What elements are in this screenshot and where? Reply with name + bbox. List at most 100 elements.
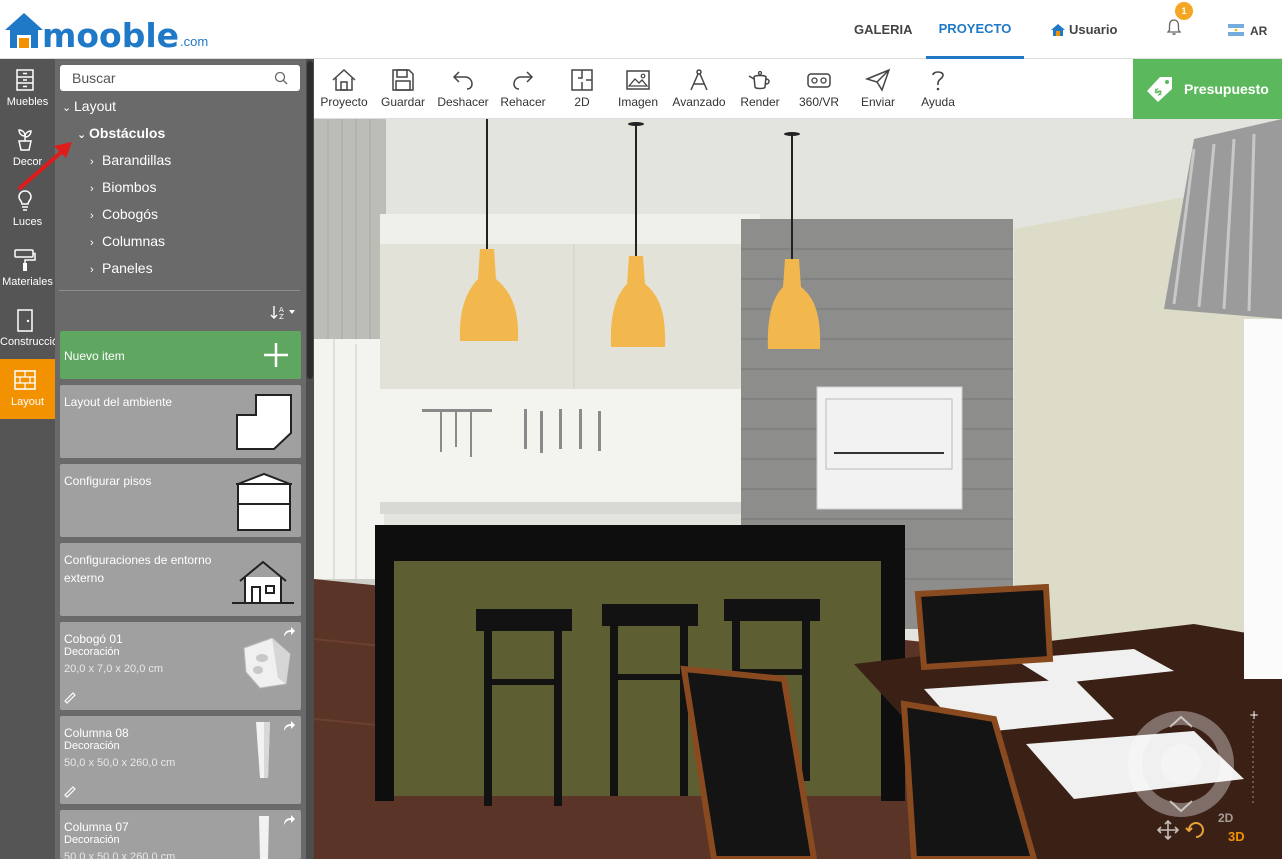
- new-item-card[interactable]: Nuevo item: [60, 331, 301, 379]
- search-icon[interactable]: [274, 71, 288, 85]
- rail-item-muebles[interactable]: Muebles: [0, 59, 55, 119]
- tool-label: Guardar: [380, 95, 426, 109]
- share-icon[interactable]: [282, 626, 296, 638]
- share-icon[interactable]: [282, 814, 296, 826]
- tree-item-biombos[interactable]: › Biombos: [90, 179, 156, 195]
- redo-icon: [513, 71, 534, 90]
- tool-2d[interactable]: 2D: [562, 59, 602, 119]
- chevron-right-icon: ›: [90, 237, 94, 249]
- card-title: Layout del ambiente: [64, 395, 173, 409]
- tool-rehacer[interactable]: Rehacer: [498, 59, 548, 119]
- configurar-pisos-card[interactable]: Configurar pisos: [60, 464, 301, 537]
- tree-item-cobogos[interactable]: › Cobogós: [90, 206, 158, 222]
- zoom-slider[interactable]: +: [1248, 709, 1258, 809]
- camera-orbit-control[interactable]: [1126, 709, 1236, 819]
- card-title: Nuevo item: [64, 349, 125, 363]
- card-title: Configurar pisos: [64, 474, 152, 488]
- language-label[interactable]: AR: [1250, 24, 1267, 38]
- zoom-slider-icon: +: [1249, 709, 1258, 804]
- nav-proyecto[interactable]: PROYECTO: [926, 0, 1024, 59]
- rotate-icon[interactable]: [1184, 819, 1208, 841]
- tree-item-obstaculos[interactable]: ⌄ Obstáculos: [77, 125, 165, 141]
- panel-divider: [59, 290, 300, 291]
- undo-icon: [452, 71, 473, 90]
- tool-label: Avanzado: [672, 95, 726, 109]
- bell-icon[interactable]: [1166, 18, 1182, 36]
- tool-imagen[interactable]: Imagen: [614, 59, 662, 119]
- argentina-flag-icon[interactable]: [1228, 24, 1244, 36]
- tree-label: Columnas: [102, 233, 166, 249]
- layout-ambiente-card[interactable]: Layout del ambiente: [60, 385, 301, 458]
- notification-badge: 1: [1175, 2, 1193, 20]
- mooble-logo[interactable]: mooble .com: [2, 6, 208, 52]
- plus-icon: [264, 343, 288, 367]
- tool-ayuda[interactable]: Ayuda: [916, 59, 960, 119]
- tree-label: Layout: [74, 98, 117, 114]
- product-category: Decoración: [64, 834, 120, 846]
- ruler-icon[interactable]: [64, 692, 76, 704]
- tree-item-layout[interactable]: ⌄ Layout: [62, 98, 116, 114]
- panel-scrollbar[interactable]: [306, 59, 314, 859]
- tool-label: 360/VR: [798, 95, 840, 109]
- chevron-right-icon: ›: [90, 183, 94, 195]
- cobogo-thumbnail-icon: [243, 637, 291, 689]
- ruler-icon[interactable]: [64, 786, 76, 798]
- share-icon[interactable]: [282, 720, 296, 732]
- product-dims: 50,0 x 50,0 x 260,0 cm: [64, 851, 176, 859]
- nav-usuario[interactable]: Usuario: [1050, 0, 1117, 59]
- tool-label: Proyecto: [320, 95, 368, 109]
- tree-label: Paneles: [102, 260, 153, 276]
- pan-move-icon[interactable]: [1154, 819, 1182, 841]
- chevron-right-icon: ›: [90, 210, 94, 222]
- tree-item-paneles[interactable]: › Paneles: [90, 260, 153, 276]
- floors-icon: [236, 472, 292, 531]
- mode-2d-toggle[interactable]: 2D: [1218, 811, 1233, 825]
- scrollbar-thumb[interactable]: [307, 61, 313, 379]
- 3d-viewport[interactable]: + 2D 3D: [314, 119, 1282, 859]
- rail-item-layout[interactable]: Layout: [0, 359, 55, 419]
- house-outline-icon: [232, 560, 294, 604]
- usuario-label: Usuario: [1069, 22, 1118, 37]
- tree-item-columnas[interactable]: › Columnas: [90, 233, 165, 249]
- svg-text:Z: Z: [279, 313, 284, 320]
- product-category: Decoración: [64, 646, 120, 658]
- tree-label: Cobogós: [102, 206, 159, 222]
- room-layout-icon: [236, 394, 292, 450]
- paint-roller-icon: [14, 249, 36, 271]
- tool-render[interactable]: Render: [738, 59, 782, 119]
- price-tag-icon: $: [1147, 77, 1172, 102]
- product-card[interactable]: Columna 07 Decoración 50,0 x 50,0 x 260,…: [60, 810, 301, 859]
- rail-item-construccion[interactable]: Construcción: [0, 299, 55, 359]
- presupuesto-button[interactable]: $ Presupuesto: [1133, 59, 1282, 119]
- svg-text:+: +: [1249, 709, 1258, 722]
- tree-label: Barandillas: [102, 152, 172, 168]
- annotation-arrow-icon: [18, 142, 72, 190]
- top-header: mooble .com GALERIA PROYECTO Usuario 1 A…: [0, 0, 1282, 59]
- tool-avanzado[interactable]: Avanzado: [670, 59, 728, 119]
- chevron-right-icon: ›: [90, 156, 94, 168]
- door-icon: [17, 309, 33, 332]
- logo-suffix: .com: [180, 34, 209, 49]
- tool-360vr[interactable]: 360/VR: [794, 59, 844, 119]
- dresser-icon: [16, 69, 34, 91]
- mode-3d-toggle[interactable]: 3D: [1228, 829, 1245, 844]
- tree-label: Obstáculos: [89, 125, 166, 141]
- product-dims: 50,0 x 50,0 x 260,0 cm: [64, 757, 176, 769]
- product-card[interactable]: Columna 08 Decoración 50,0 x 50,0 x 260,…: [60, 716, 301, 804]
- sort-az-icon[interactable]: A Z: [270, 304, 296, 320]
- save-icon: [392, 69, 414, 91]
- tool-label: Ayuda: [921, 95, 955, 109]
- nav-galeria[interactable]: GALERIA: [854, 0, 913, 59]
- search-input[interactable]: [60, 65, 260, 91]
- tool-proyecto[interactable]: Proyecto: [318, 59, 370, 119]
- tree-label: Biombos: [102, 179, 157, 195]
- house-logo-icon: [5, 13, 43, 48]
- rail-item-materiales[interactable]: Materiales: [0, 239, 55, 299]
- config-entorno-card[interactable]: Configuraciones de entorno externo: [60, 543, 301, 616]
- tree-item-barandillas[interactable]: › Barandillas: [90, 152, 171, 168]
- tool-label: Render: [740, 95, 780, 109]
- tool-deshacer[interactable]: Deshacer: [436, 59, 490, 119]
- tool-enviar[interactable]: Enviar: [856, 59, 900, 119]
- product-card[interactable]: Cobogó 01 Decoración 20,0 x 7,0 x 20,0 c…: [60, 622, 301, 710]
- tool-guardar[interactable]: Guardar: [378, 59, 428, 119]
